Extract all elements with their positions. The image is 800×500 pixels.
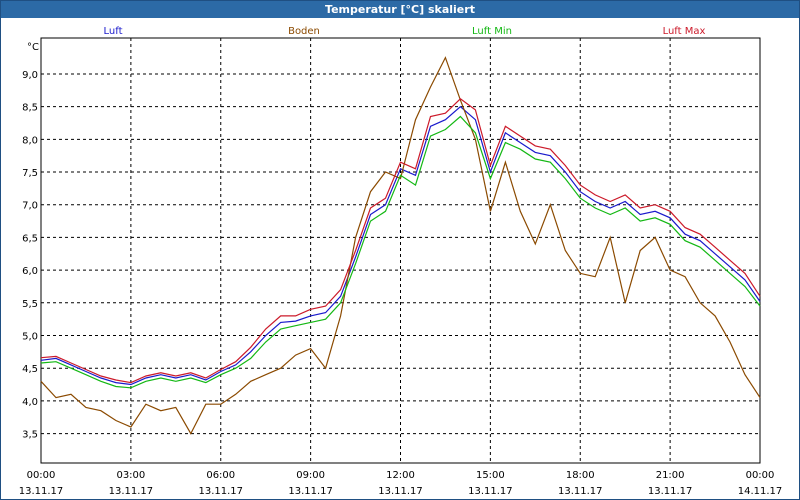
y-tick-label: 7,0	[22, 201, 38, 212]
x-tick-date-label: 13.11.17	[19, 486, 64, 497]
y-tick-label: 6,0	[22, 266, 38, 277]
y-tick-label: 5,5	[22, 299, 38, 310]
chart-title: Temperatur [°C] skaliert	[1, 1, 799, 18]
x-tick-time-label: 15:00	[476, 470, 505, 481]
legend-entry: Luft Max	[663, 26, 706, 37]
x-tick-time-label: 12:00	[386, 470, 415, 481]
x-tick-date-label: 13.11.17	[648, 486, 693, 497]
x-tick-time-label: 00:00	[27, 470, 56, 481]
y-tick-label: 4,0	[22, 397, 38, 408]
x-tick-date-label: 13.11.17	[468, 486, 513, 497]
y-tick-label: 5,0	[22, 332, 38, 343]
x-tick-date-label: 13.11.17	[109, 486, 154, 497]
x-tick-time-label: 06:00	[206, 470, 235, 481]
y-tick-label: 9,0	[22, 70, 38, 81]
x-tick-date-label: 13.11.17	[198, 486, 243, 497]
x-tick-time-label: 09:00	[296, 470, 325, 481]
x-tick-date-label: 13.11.17	[288, 486, 333, 497]
legend-entry: Boden	[288, 26, 320, 37]
chart-svg: Luft Boden Luft Min Luft Max °C 3,5 4,0 4,5 5,…	[19, 26, 783, 497]
legend-entry: Luft	[104, 26, 123, 37]
y-tick-label: 4,5	[22, 364, 38, 375]
x-tick-time-label: 03:00	[116, 470, 145, 481]
y-tick-label: 8,5	[22, 103, 38, 114]
grid-lines	[41, 38, 760, 463]
y-axis-unit-label: °C	[27, 42, 39, 53]
x-tick-time-label: 00:00	[746, 470, 775, 481]
y-tick-label: 7,5	[22, 168, 38, 179]
x-tick-date-label: 13.11.17	[378, 486, 423, 497]
y-tick-label: 3,5	[22, 430, 38, 441]
y-tick-label: 8,0	[22, 135, 38, 146]
x-tick-time-label: 18:00	[566, 470, 595, 481]
x-tick-date-label: 13.11.17	[558, 486, 603, 497]
series-lines	[40, 56, 761, 435]
y-axis-ticks: 3,5 4,0 4,5 5,0 5,5 6,0 6,5 7,0 7,5 8,0 8,5 9,0	[22, 70, 38, 441]
chart-window: Luft Boden Luft Min Luft Max °C 3,5 4,0 4,5 5,…	[0, 0, 800, 500]
legend: Luft Boden Luft Min Luft Max	[104, 26, 706, 37]
series-line	[40, 115, 761, 389]
x-tick-date-label: 14.11.17	[738, 486, 783, 497]
x-axis-ticks: 00:00 13.11.17 03:00 13.11.17 06:00 13.11.17 0…	[19, 470, 783, 497]
y-tick-label: 6,5	[22, 233, 38, 244]
x-tick-time-label: 21:00	[656, 470, 685, 481]
legend-entry: Luft Min	[472, 26, 512, 37]
